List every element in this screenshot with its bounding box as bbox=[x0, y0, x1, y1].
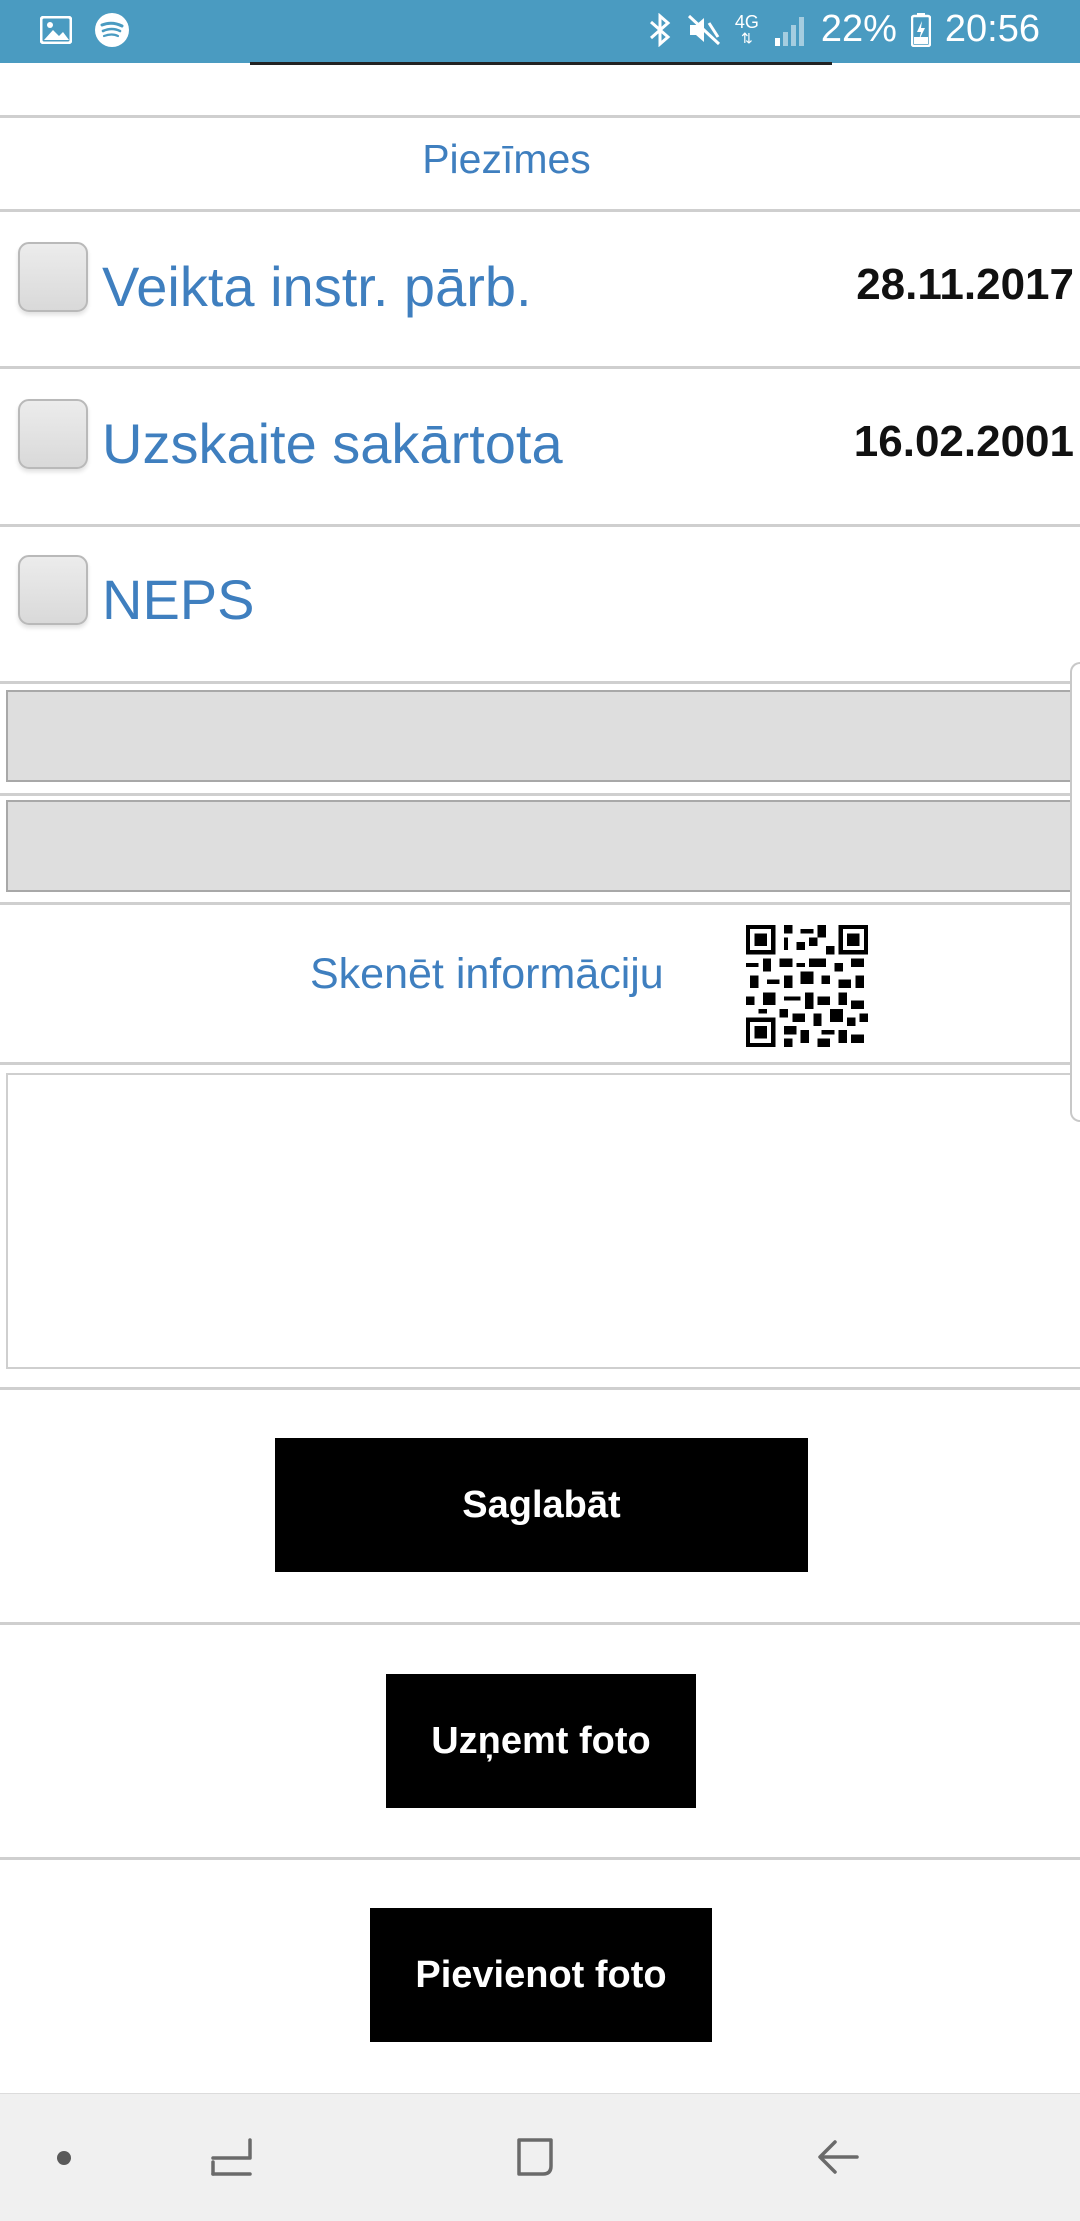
clock: 20:56 bbox=[944, 8, 1040, 50]
network-4g-icon: 4G ⇅ bbox=[734, 11, 759, 46]
checkbox-label[interactable]: Uzskaite sakārtota bbox=[102, 411, 563, 476]
status-bar: 4G ⇅ 22% 20:56 bbox=[0, 0, 1080, 63]
checkbox-row-neps[interactable]: NEPS bbox=[0, 527, 1080, 677]
checkbox[interactable] bbox=[18, 399, 88, 469]
signal-icon bbox=[773, 14, 807, 46]
checkbox-label[interactable]: Veikta instr. pārb. bbox=[102, 254, 532, 319]
scroll-handle[interactable] bbox=[1070, 662, 1080, 1122]
add-photo-button[interactable]: Pievienot foto bbox=[370, 1908, 712, 2042]
image-icon bbox=[40, 16, 72, 44]
divider bbox=[0, 902, 1080, 905]
home-icon[interactable] bbox=[513, 2134, 559, 2185]
navigation-bar bbox=[0, 2093, 1080, 2221]
divider bbox=[0, 1857, 1080, 1860]
checkbox-date: 28.11.2017 bbox=[856, 260, 1074, 309]
qr-code-icon[interactable] bbox=[746, 925, 868, 1047]
checkbox[interactable] bbox=[18, 555, 88, 625]
divider bbox=[0, 1387, 1080, 1390]
checkbox-row-veikta[interactable]: Veikta instr. pārb. 28.11.2017 bbox=[0, 212, 1080, 362]
text-input-1[interactable] bbox=[6, 690, 1074, 782]
divider bbox=[0, 1622, 1080, 1625]
notes-textarea[interactable] bbox=[6, 1073, 1080, 1369]
divider bbox=[0, 1062, 1080, 1065]
back-icon[interactable] bbox=[815, 2134, 861, 2185]
bluetooth-icon bbox=[647, 12, 673, 47]
scan-info-label[interactable]: Skenēt informāciju bbox=[310, 950, 664, 999]
save-button[interactable]: Saglabāt bbox=[275, 1438, 808, 1572]
checkbox-row-uzskaite[interactable]: Uzskaite sakārtota 16.02.2001 bbox=[0, 369, 1080, 519]
checkbox-label[interactable]: NEPS bbox=[102, 567, 255, 632]
recent-apps-icon[interactable] bbox=[210, 2134, 256, 2185]
text-input-2[interactable] bbox=[6, 800, 1074, 892]
divider bbox=[0, 681, 1080, 684]
take-photo-button[interactable]: Uzņemt foto bbox=[386, 1674, 696, 1808]
checkbox-date: 16.02.2001 bbox=[853, 417, 1074, 466]
battery-percent: 22% bbox=[820, 8, 897, 50]
checkbox[interactable] bbox=[18, 242, 88, 312]
battery-icon bbox=[910, 12, 931, 47]
spotify-icon bbox=[94, 12, 130, 48]
divider bbox=[0, 793, 1080, 796]
mute-icon bbox=[687, 13, 721, 47]
dot-icon[interactable] bbox=[57, 2151, 71, 2165]
top-divider bbox=[250, 62, 832, 65]
notes-title: Piezīmes bbox=[422, 136, 591, 182]
